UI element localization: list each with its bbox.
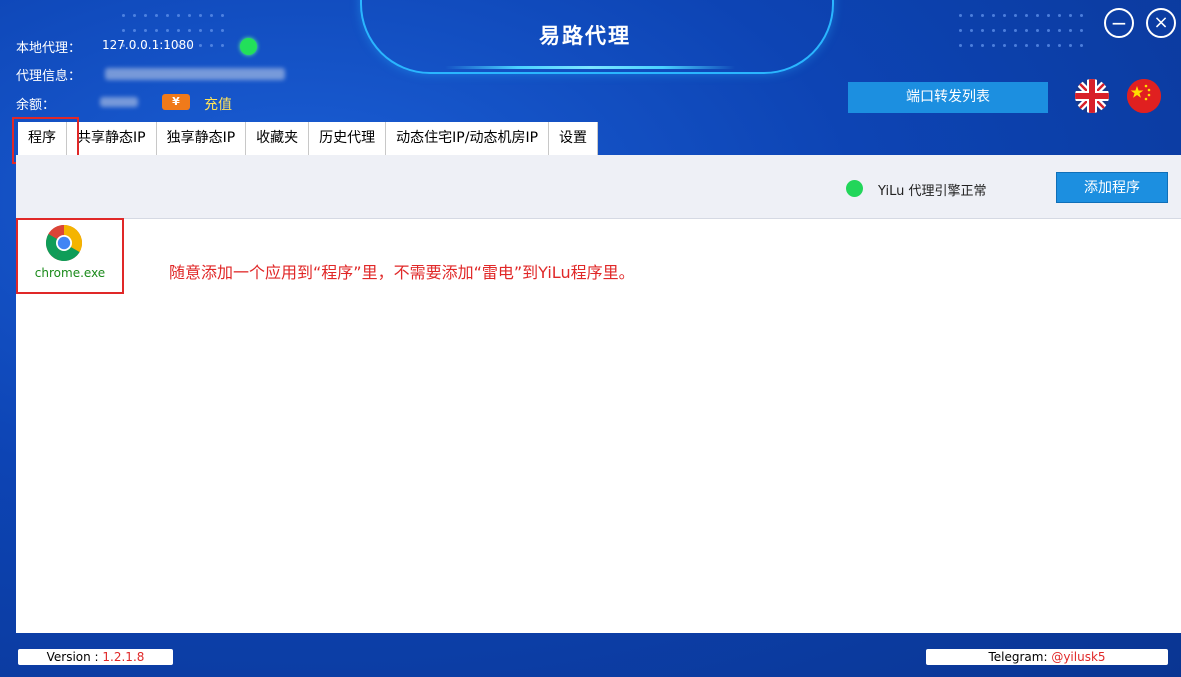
redacted-balance — [100, 97, 138, 107]
tab-favorites[interactable]: 收藏夹 — [246, 122, 310, 155]
proxy-status-dot — [240, 38, 257, 55]
panel-toolbar: YiLu 代理引擎正常 添加程序 — [16, 155, 1181, 219]
window-title: 易路代理 — [539, 23, 631, 48]
uk-flag-icon[interactable] — [1075, 79, 1109, 113]
version-label: Version : — [46, 650, 103, 664]
telegram-box: Telegram: @yilusk5 — [926, 649, 1168, 665]
decorative-dots — [955, 8, 1087, 53]
tab-settings[interactable]: 设置 — [549, 122, 599, 155]
port-forward-list-button[interactable]: 端口转发列表 — [848, 82, 1048, 113]
tab-history-proxy[interactable]: 历史代理 — [309, 122, 387, 155]
version-value: 1.2.1.8 — [102, 650, 145, 664]
close-icon[interactable]: × — [1146, 8, 1176, 38]
app-label: chrome.exe — [34, 266, 106, 280]
tab-dynamic-ip[interactable]: 动态住宅IP/动态机房IP — [386, 122, 550, 155]
instruction-note: 随意添加一个应用到“程序”里，不需要添加“雷电”到YiLu程序里。 — [169, 263, 635, 282]
local-proxy-value: 127.0.0.1:1080 — [102, 38, 194, 52]
telegram-link[interactable]: @yilusk5 — [1051, 650, 1105, 664]
tab-dedicated-static-ip[interactable]: 独享静态IP — [156, 122, 247, 155]
engine-status-label: YiLu 代理引擎正常 — [878, 184, 987, 199]
china-flag-icon[interactable] — [1127, 79, 1161, 113]
app-window: 易路代理 − × 本地代理： 127.0.0.1:1080 代理信息： 余额： … — [0, 0, 1181, 677]
tab-bar: 程序 共享静态IP 独享静态IP 收藏夹 历史代理 动态住宅IP/动态机房IP … — [18, 122, 599, 155]
recharge-link[interactable]: 充值 — [204, 94, 232, 114]
chrome-icon — [45, 224, 83, 262]
local-proxy-label: 本地代理： — [16, 41, 82, 56]
app-item-chrome[interactable]: chrome.exe — [16, 218, 124, 294]
balance-label: 余额： — [16, 98, 56, 113]
proxy-info-label: 代理信息： — [16, 69, 82, 84]
add-program-button[interactable]: 添加程序 — [1056, 172, 1168, 203]
version-box: Version : 1.2.1.8 — [18, 649, 173, 665]
programs-panel: YiLu 代理引擎正常 添加程序 chrome.exe 随意添加一个应用到“程序… — [16, 155, 1181, 633]
engine-status-dot — [846, 180, 863, 197]
redacted-proxy-info — [105, 68, 285, 80]
yen-icon[interactable]: ¥ — [162, 94, 190, 110]
title-glow — [445, 66, 735, 69]
tab-shared-static-ip[interactable]: 共享静态IP — [67, 122, 157, 155]
minimize-icon[interactable]: − — [1104, 8, 1134, 38]
telegram-label: Telegram: — [988, 650, 1052, 664]
